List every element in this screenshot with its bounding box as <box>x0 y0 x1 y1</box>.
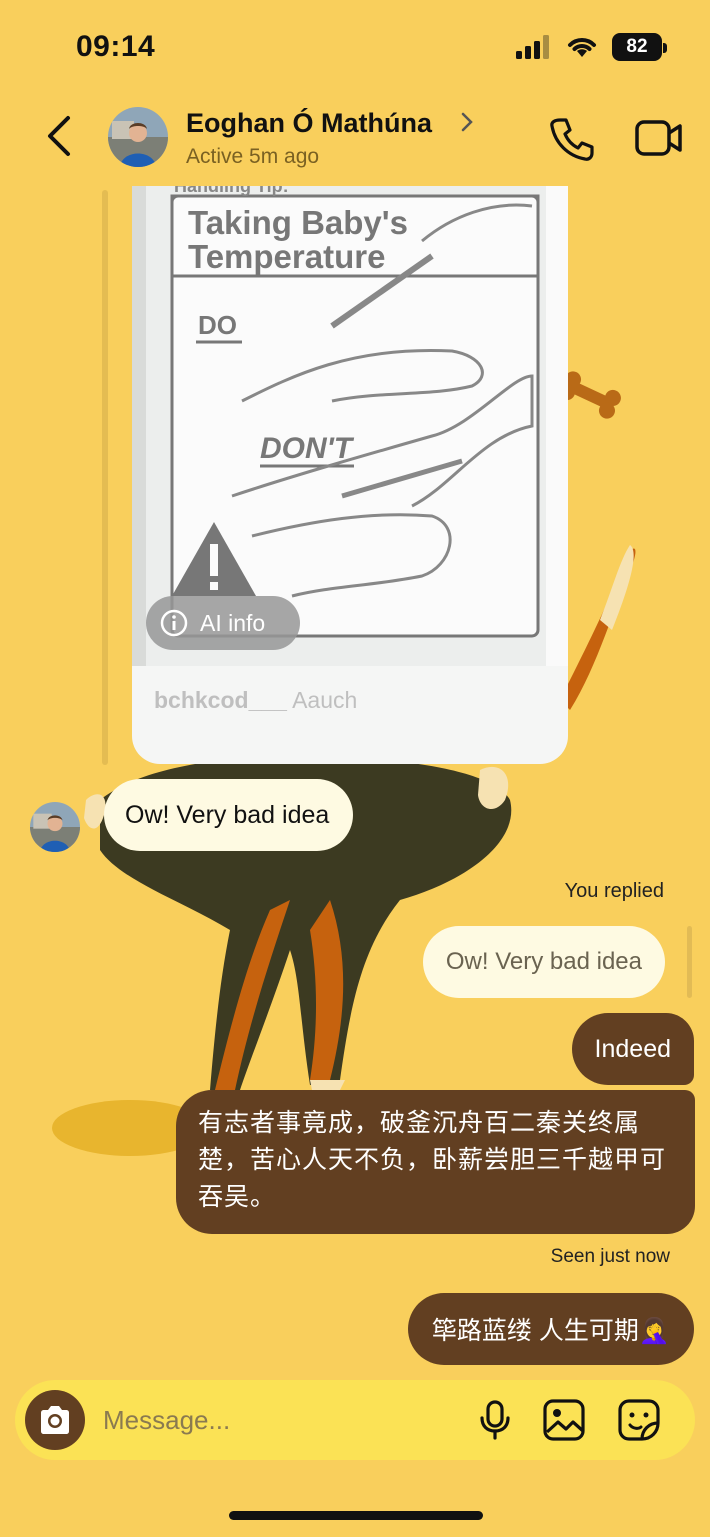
battery-indicator: 82 <box>612 33 667 61</box>
you-replied-label: You replied <box>564 880 664 902</box>
seen-status: Seen just now <box>550 1246 670 1267</box>
thread-line <box>102 190 108 765</box>
contact-avatar[interactable] <box>108 107 168 167</box>
signal-icon <box>516 35 549 59</box>
sender-avatar[interactable] <box>30 802 80 852</box>
contact-name[interactable]: Eoghan Ó Mathúna <box>186 108 432 139</box>
camera-button[interactable] <box>25 1390 85 1450</box>
clock: 09:14 <box>76 30 156 63</box>
status-bar: 09:14 82 <box>0 0 710 92</box>
outgoing-message-bubble[interactable]: Indeed <box>571 1013 694 1085</box>
phone-icon[interactable] <box>548 116 594 162</box>
svg-text:Temperature: Temperature <box>188 238 385 275</box>
active-status: Active 5m ago <box>186 145 320 168</box>
sticker-icon[interactable] <box>617 1398 661 1442</box>
quoted-reply-bubble[interactable]: Ow! Very bad idea <box>422 926 665 998</box>
post-caption-user[interactable]: bchkcod___ <box>154 687 287 713</box>
status-icons: 82 <box>516 32 667 62</box>
outgoing-message-bubble[interactable]: 筚路蓝缕 人生可期🤦‍♀️ <box>407 1293 694 1365</box>
chevron-right-icon[interactable] <box>458 110 476 134</box>
back-icon[interactable] <box>42 114 78 158</box>
image-label-do: DO <box>198 310 237 340</box>
chat-header: Eoghan Ó Mathúna Active 5m ago <box>0 92 710 184</box>
incoming-message-bubble[interactable]: Ow! Very bad idea <box>104 779 354 851</box>
ai-info-button[interactable]: AI info <box>146 596 300 650</box>
shared-post-image[interactable]: Handling Tip: Taking Baby's Temperature … <box>132 186 568 666</box>
microphone-icon[interactable] <box>477 1400 513 1440</box>
message-composer <box>15 1380 695 1460</box>
image-label-dont: DON'T <box>260 432 355 465</box>
video-camera-icon[interactable] <box>634 118 684 158</box>
reply-indicator-bar <box>687 926 692 998</box>
post-caption: bchkcod___ Aauch <box>154 687 357 714</box>
camera-icon <box>41 1406 69 1434</box>
gallery-icon[interactable] <box>542 1398 586 1442</box>
message-input[interactable] <box>103 1400 443 1440</box>
ai-info-label: AI info <box>200 609 266 636</box>
wifi-icon <box>568 38 596 57</box>
outgoing-message-bubble[interactable]: 有志者事竟成，破釜沉舟百二秦关终属楚，苦心人天不负，卧薪尝胆三千越甲可吞吴。 <box>176 1090 695 1234</box>
svg-text:Taking Baby's: Taking Baby's <box>188 204 408 241</box>
image-tag: Handling Tip: <box>174 186 289 196</box>
home-indicator <box>229 1511 483 1520</box>
post-caption-text: Aauch <box>292 687 358 713</box>
info-icon <box>160 609 188 637</box>
shared-post-card[interactable]: Handling Tip: Taking Baby's Temperature … <box>132 186 568 764</box>
